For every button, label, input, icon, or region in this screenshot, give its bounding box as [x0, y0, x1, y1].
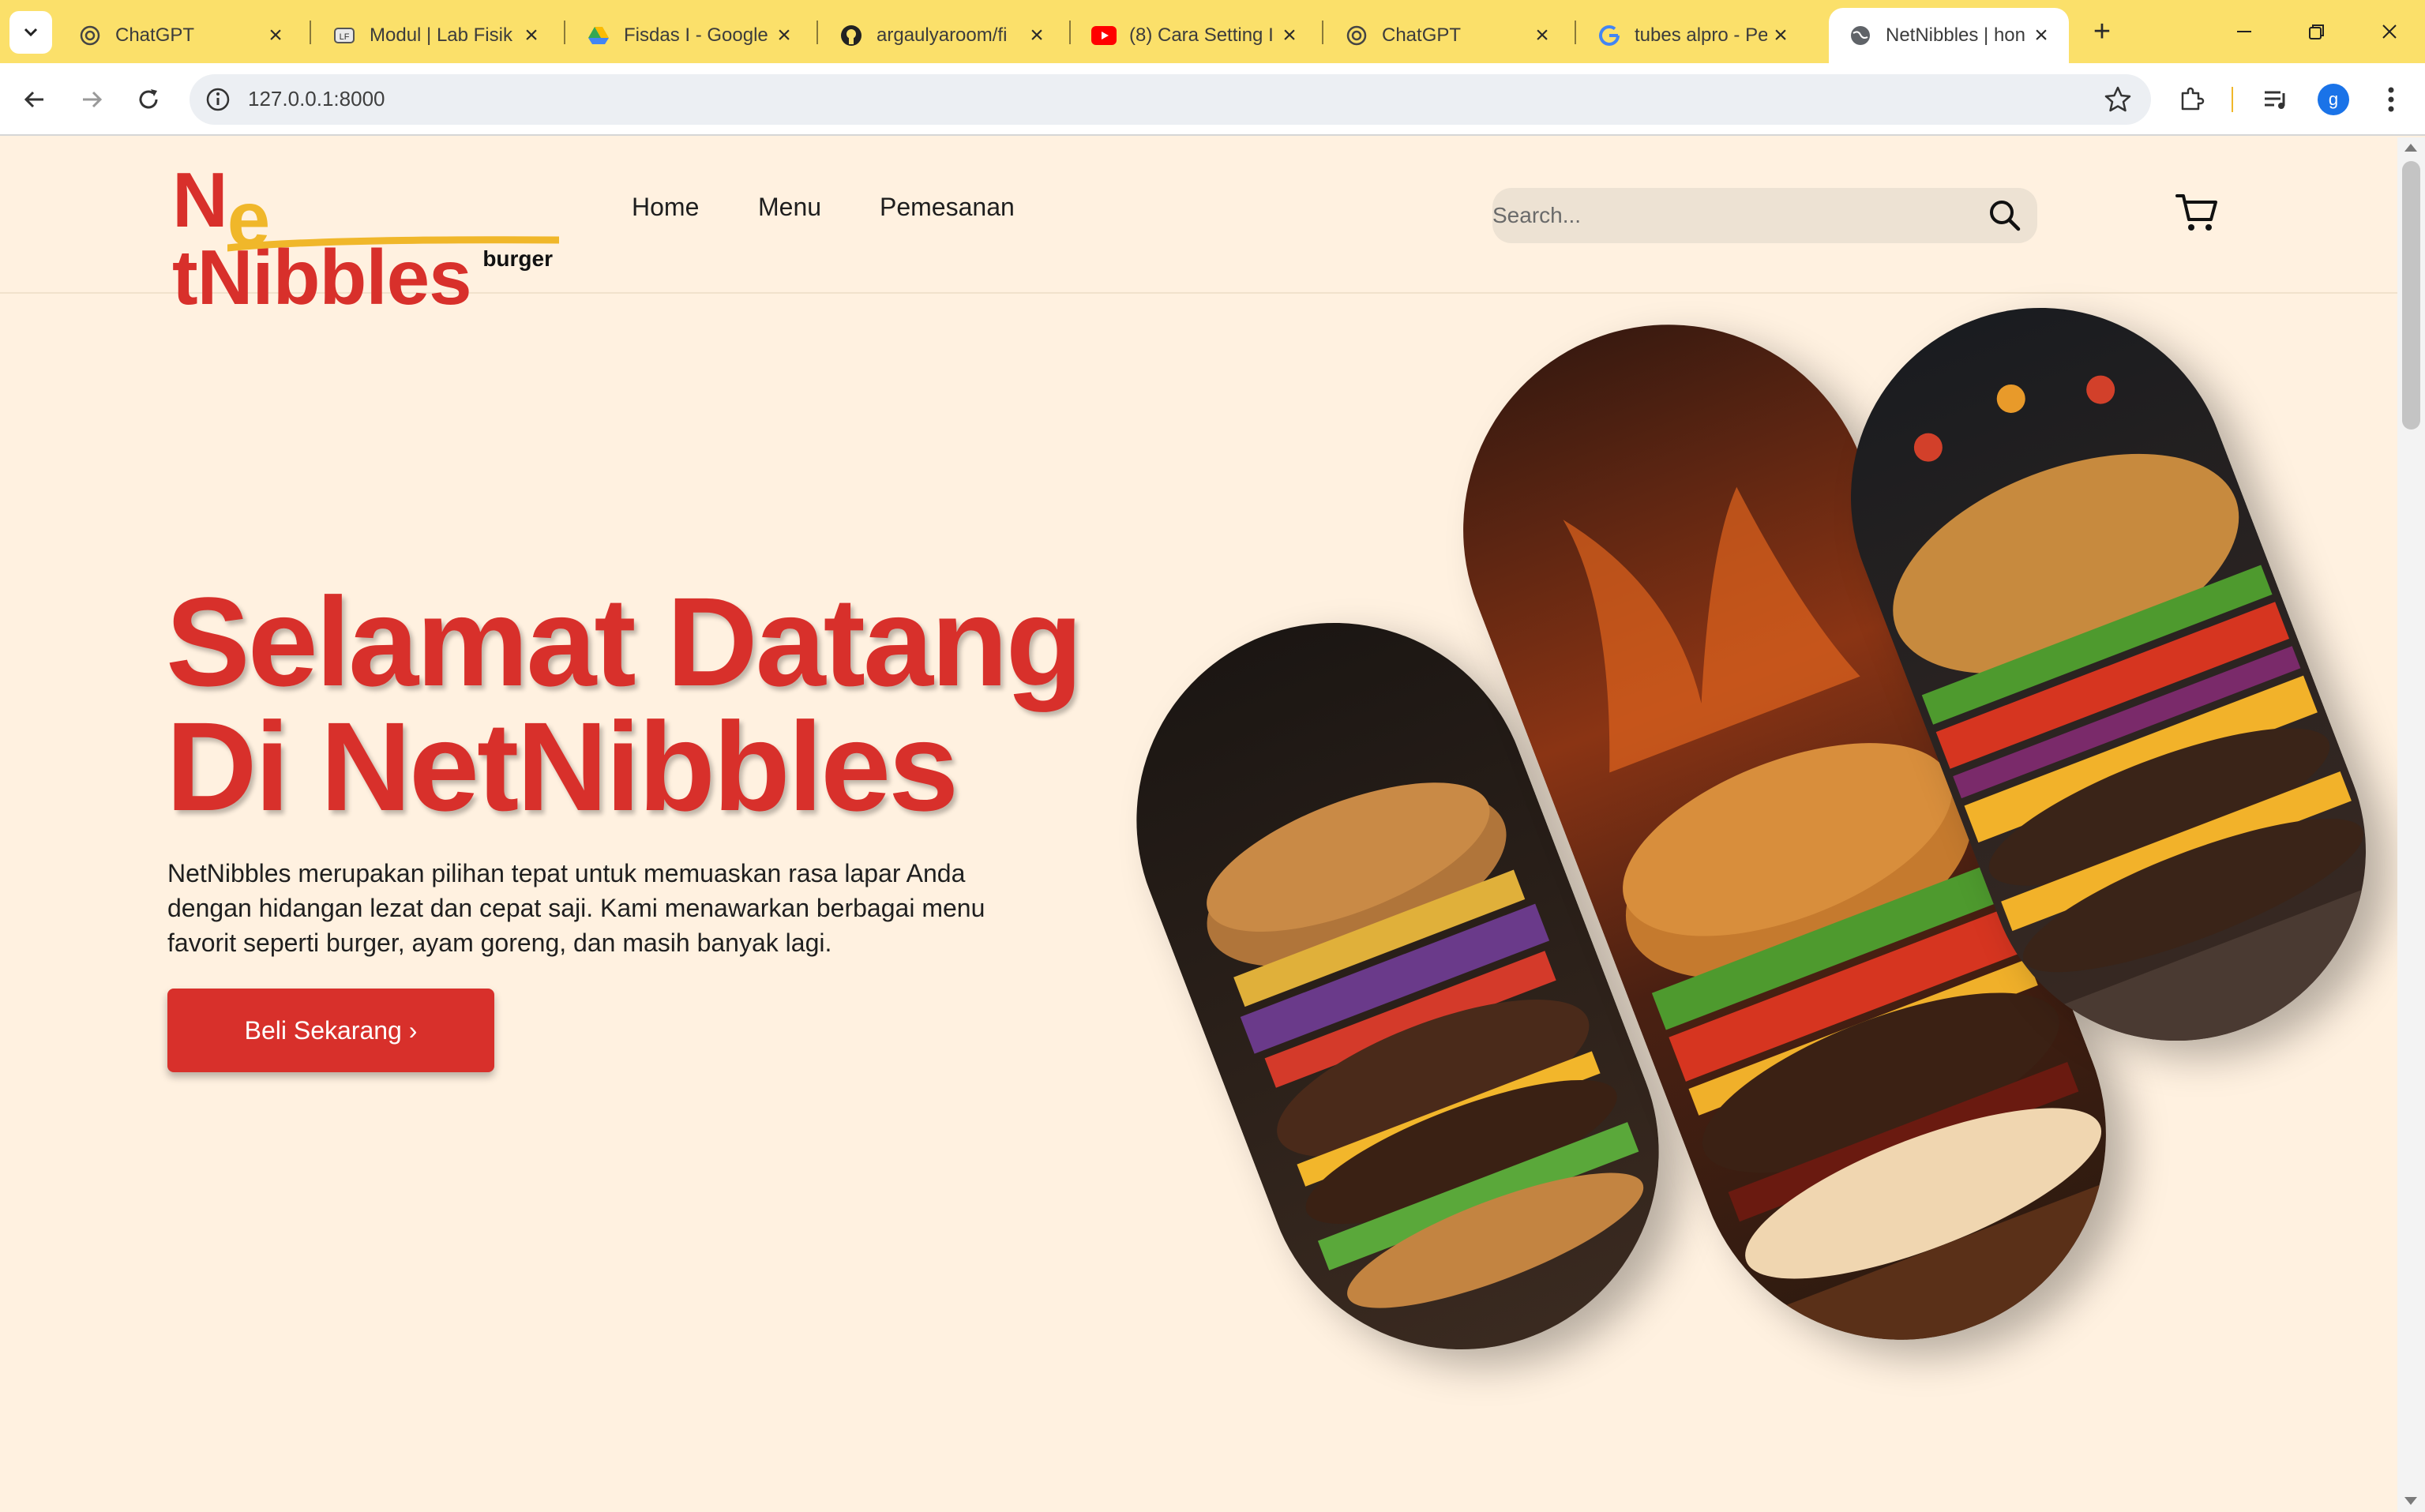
search-container [1492, 188, 2037, 243]
close-icon[interactable]: × [1023, 22, 1050, 49]
browser-tab[interactable]: ChatGPT × [58, 8, 303, 63]
google-drive-icon [586, 23, 611, 48]
hero-title-line2: Di NetNibbles [166, 696, 959, 837]
netnibbles-logo[interactable]: NetNibbles burger [172, 161, 559, 316]
minimize-button[interactable] [2220, 11, 2268, 52]
tab-title: Fisdas I - Google [624, 24, 768, 46]
back-button[interactable] [16, 81, 54, 118]
puzzle-icon [2181, 87, 2205, 111]
browser-tab-bar: ChatGPT × LF Modul | Lab Fisik × Fisdas … [0, 0, 2425, 63]
tab-divider [1322, 21, 1323, 44]
reload-button[interactable] [130, 81, 167, 118]
tab-title: NetNibbles | hon [1886, 24, 2025, 46]
page-scrollbar[interactable] [2397, 137, 2425, 1512]
hero-title: Selamat Datang Di NetNibbles [166, 579, 1129, 830]
cart-icon[interactable] [2175, 189, 2220, 235]
nav-home[interactable]: Home [632, 193, 699, 222]
browser-tab[interactable]: Fisdas I - Google × [567, 8, 812, 63]
tab-title: tubes alpro - Pe [1635, 24, 1767, 46]
tab-title: (8) Cara Setting I [1129, 24, 1274, 46]
tab-title: argaulyaroom/fi [877, 24, 1008, 46]
tab-title: ChatGPT [115, 24, 195, 46]
close-icon[interactable]: × [518, 22, 545, 49]
extensions-button[interactable] [2173, 81, 2211, 118]
youtube-icon [1091, 23, 1117, 48]
scroll-up-arrow[interactable] [2404, 144, 2417, 152]
browser-tab-active[interactable]: NetNibbles | hon × [1829, 8, 2069, 63]
close-icon[interactable]: × [2028, 22, 2055, 49]
browser-menu-button[interactable] [2372, 81, 2410, 118]
tab-divider [310, 21, 311, 44]
close-icon[interactable]: × [1767, 22, 1794, 49]
restore-icon [2309, 24, 2324, 39]
search-input[interactable] [1492, 188, 1966, 243]
toolbar-divider [2232, 87, 2233, 112]
svg-text:LF: LF [340, 32, 350, 42]
close-window-button[interactable] [2366, 11, 2413, 52]
chatgpt-icon [1344, 23, 1369, 48]
tab-title: ChatGPT [1382, 24, 1462, 46]
browser-toolbar: 127.0.0.1:8000 [0, 63, 2425, 136]
browser-tab[interactable]: (8) Cara Setting I × [1072, 8, 1317, 63]
lab-icon: LF [332, 23, 357, 48]
close-icon[interactable]: × [1529, 22, 1556, 49]
logo-subtitle: burger [482, 246, 553, 271]
google-icon [1597, 23, 1622, 48]
browser-tab[interactable]: ChatGPT × [1325, 8, 1570, 63]
scroll-down-arrow[interactable] [2404, 1497, 2417, 1505]
close-icon[interactable]: × [1276, 22, 1303, 49]
close-icon[interactable]: × [262, 22, 289, 49]
nav-pemesanan[interactable]: Pemesanan [880, 193, 1015, 222]
buy-now-button[interactable]: Beli Sekarang › [167, 989, 494, 1072]
url-text: 127.0.0.1:8000 [248, 87, 385, 111]
tab-divider [1069, 21, 1071, 44]
browser-tab[interactable]: LF Modul | Lab Fisik × [313, 8, 559, 63]
hero-description: NetNibbles merupakan pilihan tepat untuk… [167, 859, 985, 957]
close-icon[interactable]: × [771, 22, 798, 49]
media-controls-button[interactable] [2257, 81, 2295, 118]
new-tab-button[interactable]: + [2085, 14, 2119, 49]
star-icon[interactable] [2102, 84, 2134, 115]
chevron-down-icon [24, 28, 38, 37]
nav-menu[interactable]: Menu [758, 193, 821, 222]
restore-button[interactable] [2293, 11, 2341, 52]
tab-search-button[interactable] [9, 11, 52, 54]
github-icon [839, 23, 864, 48]
tab-divider [816, 21, 818, 44]
profile-avatar[interactable]: g [2318, 84, 2349, 115]
browser-tab[interactable]: tubes alpro - Pe × [1578, 8, 1808, 63]
chatgpt-icon [77, 23, 103, 48]
browser-tab[interactable]: argaulyaroom/fi × [820, 8, 1064, 63]
forward-button[interactable] [73, 81, 111, 118]
tab-title: Modul | Lab Fisik [370, 24, 512, 46]
minimize-icon [2237, 31, 2251, 32]
kebab-menu-icon [2388, 87, 2394, 112]
globe-icon [1848, 23, 1873, 48]
tab-divider [564, 21, 565, 44]
playlist-icon [2265, 91, 2285, 109]
address-bar[interactable]: 127.0.0.1:8000 [190, 74, 2151, 125]
search-icon[interactable] [1987, 197, 2023, 234]
site-header: NetNibbles burger Home Menu Pemesanan [0, 137, 2397, 316]
hero-title-line1: Selamat Datang [166, 571, 1083, 712]
scrollbar-thumb[interactable] [2402, 161, 2420, 430]
reload-icon [139, 89, 158, 109]
arrow-right-icon [83, 91, 103, 108]
page-viewport: NetNibbles burger Home Menu Pemesanan Se… [0, 137, 2397, 1512]
arrow-left-icon [24, 91, 43, 108]
info-icon[interactable] [204, 85, 232, 114]
close-icon [2382, 24, 2397, 39]
tab-divider [1575, 21, 1576, 44]
